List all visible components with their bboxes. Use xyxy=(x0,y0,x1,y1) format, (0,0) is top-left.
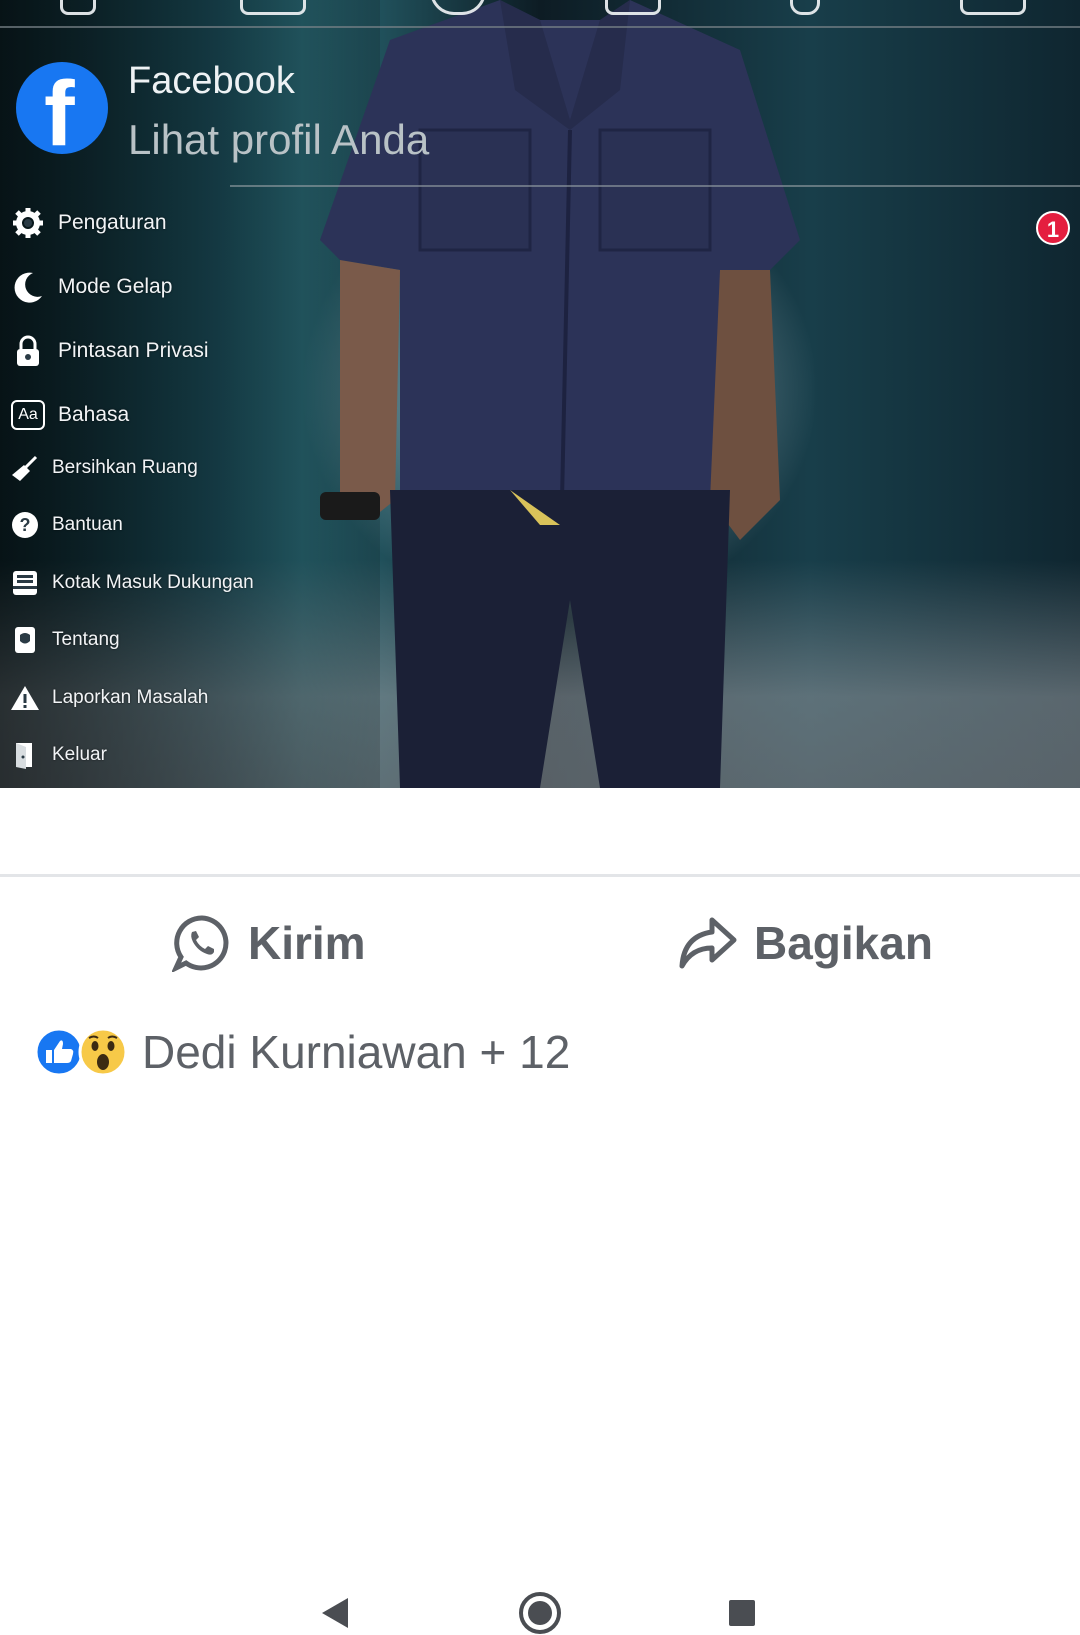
menu-label: Kotak Masuk Dukungan xyxy=(52,572,254,593)
menu-label: Tentang xyxy=(52,629,120,650)
send-whatsapp-button[interactable]: Kirim xyxy=(172,913,366,973)
home-circle-icon[interactable] xyxy=(518,1591,562,1635)
header-divider xyxy=(230,185,1080,187)
menu-item-bantuan[interactable]: ? Bantuan xyxy=(10,505,123,545)
menu-item-tentang[interactable]: Tentang xyxy=(10,620,120,660)
lock-icon xyxy=(10,333,46,369)
broom-icon xyxy=(10,450,40,486)
wow-reaction-icon xyxy=(78,1027,128,1077)
menu-icon[interactable] xyxy=(960,0,1026,15)
share-label: Bagikan xyxy=(754,917,933,969)
view-profile-link[interactable]: Lihat profil Anda xyxy=(128,116,429,164)
home-icon[interactable] xyxy=(60,0,96,15)
whatsapp-icon xyxy=(172,915,229,972)
logout-door-icon xyxy=(10,737,40,773)
send-label: Kirim xyxy=(248,917,366,969)
top-navigation-divider xyxy=(0,26,1080,28)
android-navigation-bar xyxy=(0,788,1080,1634)
app-title: Facebook xyxy=(128,60,295,102)
menu-label: Bantuan xyxy=(52,514,123,535)
share-button[interactable]: Bagikan xyxy=(676,913,933,973)
svg-text:?: ? xyxy=(20,515,31,535)
menu-label: Keluar xyxy=(52,744,107,765)
language-icon-text: Aa xyxy=(11,400,45,430)
inbox-icon xyxy=(10,565,40,601)
moon-icon xyxy=(10,269,46,305)
menu-item-pengaturan[interactable]: Pengaturan xyxy=(10,203,167,243)
shared-screenshot: f Facebook Lihat profil Anda 1 Pengatura… xyxy=(0,0,1080,788)
menu-label: Bahasa xyxy=(58,403,130,426)
warning-icon xyxy=(10,680,40,716)
info-book-icon xyxy=(10,622,40,658)
recent-apps-icon[interactable] xyxy=(728,1599,756,1627)
menu-item-pintasan-privasi[interactable]: Pintasan Privasi xyxy=(10,331,209,371)
back-icon[interactable] xyxy=(320,1596,350,1630)
notification-badge: 1 xyxy=(1036,211,1070,245)
profile-header[interactable]: f Facebook Lihat profil Anda xyxy=(16,60,1066,170)
menu-item-laporkan-masalah[interactable]: Laporkan Masalah xyxy=(10,678,208,718)
menu-item-bahasa[interactable]: Aa Bahasa xyxy=(10,395,129,435)
menu-label: Pengaturan xyxy=(58,211,167,234)
gear-icon xyxy=(10,205,46,241)
marketplace-icon[interactable] xyxy=(605,0,661,15)
menu-label: Bersihkan Ruang xyxy=(52,457,198,478)
language-icon: Aa xyxy=(10,397,46,433)
reactions-summary[interactable]: Dedi Kurniawan + 12 xyxy=(34,1024,570,1080)
post-action-row: Kirim Bagikan xyxy=(0,877,1080,1007)
menu-item-bersihkan-ruang[interactable]: Bersihkan Ruang xyxy=(10,448,198,488)
menu-label: Laporkan Masalah xyxy=(52,687,209,708)
share-arrow-icon xyxy=(679,917,737,969)
menu-label: Pintasan Privasi xyxy=(58,339,209,362)
facebook-logo-icon: f xyxy=(16,62,108,154)
menu-item-keluar[interactable]: Keluar xyxy=(10,735,107,775)
menu-label: Mode Gelap xyxy=(58,275,173,298)
watch-icon[interactable] xyxy=(240,0,306,15)
menu-item-kotak-masuk-dukungan[interactable]: Kotak Masuk Dukungan xyxy=(10,563,254,603)
reaction-summary-text: Dedi Kurniawan + 12 xyxy=(142,1026,571,1078)
help-icon: ? xyxy=(10,507,40,543)
menu-item-mode-gelap[interactable]: Mode Gelap xyxy=(10,267,172,307)
